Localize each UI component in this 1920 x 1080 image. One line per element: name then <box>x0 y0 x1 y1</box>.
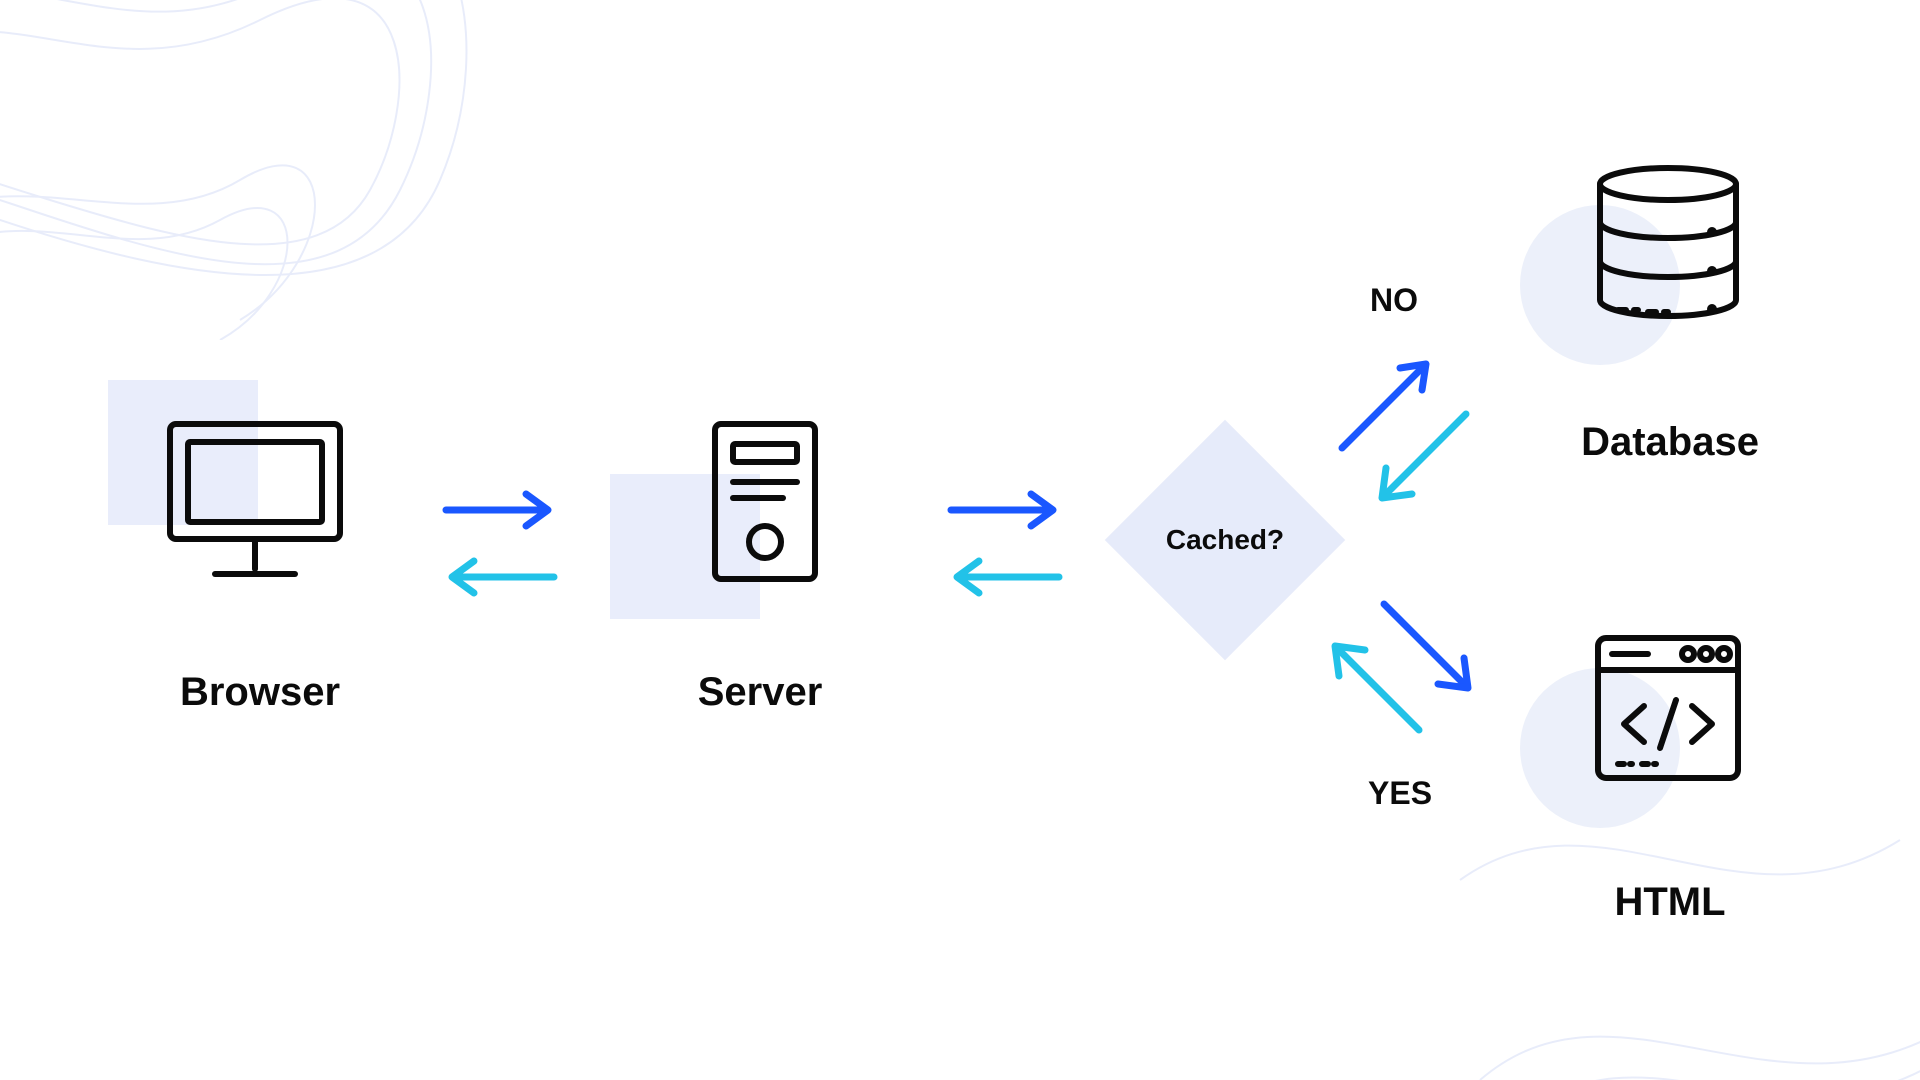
arrow-browser-to-server <box>440 485 560 535</box>
decorative-contour-top-left <box>0 0 480 340</box>
server-label: Server <box>620 670 900 715</box>
arrow-decision-to-server <box>945 552 1065 602</box>
database-label: Database <box>1520 420 1820 465</box>
branch-yes-label: YES <box>1368 775 1432 812</box>
decision-label: Cached? <box>1135 524 1315 556</box>
arrow-html-to-decision <box>1325 636 1435 746</box>
browser-label: Browser <box>120 670 400 715</box>
server-icon <box>705 414 825 589</box>
database-icon <box>1588 162 1748 322</box>
browser-icon <box>160 414 350 589</box>
html-label: HTML <box>1520 880 1820 925</box>
branch-no-label: NO <box>1370 282 1418 319</box>
arrow-server-to-browser <box>440 552 560 602</box>
arrow-server-to-decision <box>945 485 1065 535</box>
arrow-database-to-decision <box>1370 400 1480 510</box>
html-icon <box>1588 628 1748 788</box>
